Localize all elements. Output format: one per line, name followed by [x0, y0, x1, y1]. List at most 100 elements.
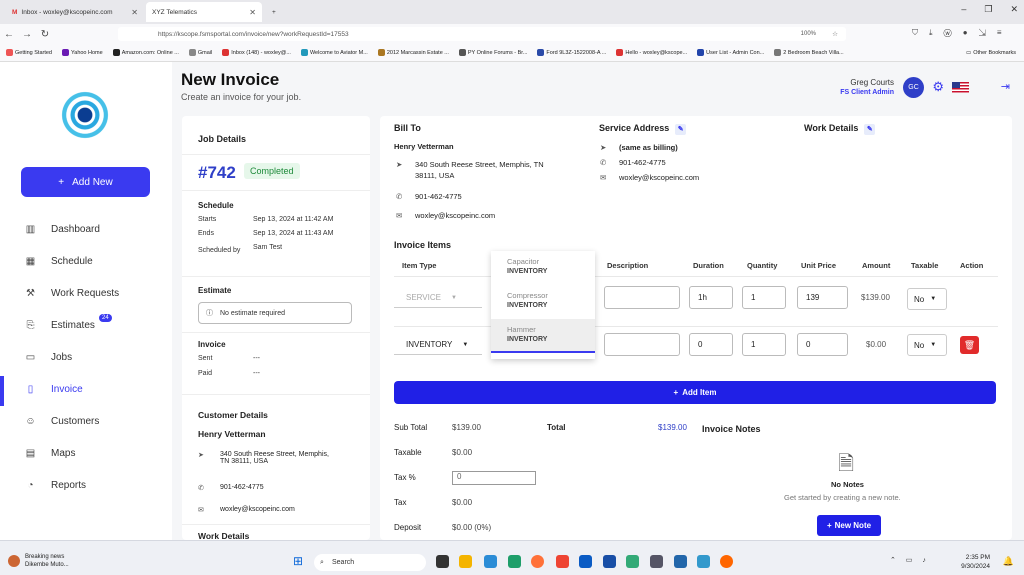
close-window-icon[interactable]: ✕ — [1010, 4, 1018, 15]
folder-icon: ▭ — [25, 351, 36, 363]
description-input[interactable] — [604, 333, 680, 356]
other-bookmarks[interactable]: ▭ Other Bookmarks — [966, 50, 1016, 56]
word-icon[interactable] — [603, 555, 616, 568]
amount-value: $0.00 — [866, 340, 887, 349]
unit-price-input[interactable]: 139 — [797, 286, 848, 309]
tab-inbox[interactable]: M Inbox - woxley@kscopeinc.com ✕ — [6, 2, 144, 22]
sidebar-item-jobs[interactable]: ▭ Jobs — [24, 347, 72, 367]
maximize-icon[interactable]: ❐ — [984, 4, 992, 15]
new-tab-button[interactable]: + — [266, 2, 282, 22]
sidebar-item-work-requests[interactable]: ⚒ Work Requests — [24, 283, 119, 303]
tab-xyz-telematics[interactable]: XYZ Telematics ✕ — [146, 2, 262, 22]
bookmark[interactable]: Hello - woxley@kscope... — [616, 49, 687, 56]
add-new-button[interactable]: + Add New — [21, 167, 150, 197]
zoom-level[interactable]: 100% — [801, 31, 816, 37]
taxable-select[interactable]: No ▼ — [907, 288, 947, 310]
clock[interactable]: 2:35 PM 9/30/2024 — [961, 553, 990, 571]
user-name: Greg Courts — [850, 78, 894, 87]
unit-price-input[interactable]: 0 — [797, 333, 848, 356]
app-icon[interactable] — [650, 555, 663, 568]
app-icon[interactable] — [484, 555, 497, 568]
item-type-select[interactable]: SERVICE ▼ — [394, 288, 482, 308]
gear-icon[interactable]: ⚙ — [932, 79, 944, 95]
bookmark[interactable]: 2 Bedroom Beach Villa... — [774, 49, 844, 56]
column-header: Action — [960, 261, 984, 270]
close-tab-icon[interactable]: ✕ — [249, 8, 256, 17]
gmail-icon: M — [12, 8, 18, 16]
bookmark[interactable]: Getting Started — [6, 49, 52, 56]
duration-input[interactable]: 0 — [689, 333, 733, 356]
file-explorer-icon[interactable] — [459, 555, 472, 568]
bookmark[interactable]: Gmail — [188, 49, 212, 56]
sidebar-item-dashboard[interactable]: ▥ Dashboard — [24, 219, 100, 239]
app-icon[interactable] — [556, 555, 569, 568]
logout-icon[interactable]: ⇥ — [1001, 80, 1010, 93]
bookmark[interactable]: Yahoo Home — [62, 49, 103, 56]
customer-details-heading: Customer Details — [198, 410, 268, 420]
edge-icon[interactable] — [508, 555, 521, 568]
document-icon: ▯ — [27, 383, 34, 395]
toolbar-icons: ⛉⤓ⓦ●⇲≡ — [912, 28, 1013, 37]
invoice-form: Bill To Henry Vetterman ➤ 340 South Reese… — [380, 116, 1012, 540]
invoice-items-heading: Invoice Items — [394, 240, 452, 250]
bookmark[interactable]: User List - Admin Con... — [697, 49, 764, 56]
add-item-button[interactable]: + Add Item — [394, 381, 996, 404]
trash-icon: 🗑 — [963, 339, 976, 350]
delete-item-button[interactable]: 🗑 — [960, 336, 979, 354]
sidebar-item-invoice[interactable]: ▯ Invoice — [24, 379, 83, 399]
back-icon[interactable]: ← — [0, 29, 18, 40]
quantity-input[interactable]: 1 — [742, 286, 786, 309]
sidebar-item-estimates[interactable]: ⎘ Estimates — [24, 315, 95, 335]
windows-start-icon[interactable]: ⊞ — [293, 554, 303, 568]
invoice-heading: Invoice — [198, 340, 226, 349]
app-icon[interactable] — [579, 555, 592, 568]
news-widget[interactable]: Breaking news Dikembe Muto... — [8, 553, 69, 569]
dropdown-option[interactable]: Capacitor INVENTORY — [491, 251, 595, 285]
search-icon: ⌕ — [320, 558, 324, 566]
bookmark-star-icon[interactable]: ☆ — [832, 30, 838, 38]
description-input[interactable] — [604, 286, 680, 309]
app-icon[interactable] — [720, 555, 733, 568]
reload-icon[interactable]: ↻ — [36, 29, 54, 40]
url-field[interactable]: https://kscope.fsmsportal.com/invoice/ne… — [118, 27, 846, 41]
bill-to-name: Henry Vetterman — [394, 142, 454, 151]
app-icon[interactable] — [674, 555, 687, 568]
dropdown-option[interactable]: Compressor INVENTORY — [491, 285, 595, 319]
map-icon: ▤ — [25, 447, 36, 459]
taskbar-search[interactable]: ⌕ Search — [314, 554, 426, 571]
close-tab-icon[interactable]: ✕ — [131, 8, 138, 17]
duration-input[interactable]: 1h — [689, 286, 733, 309]
active-indicator — [0, 376, 4, 406]
column-header: Unit Price — [801, 261, 837, 270]
bookmark[interactable]: Amazon.com: Online ... — [112, 49, 179, 56]
task-view-icon[interactable] — [436, 555, 449, 568]
notification-icon[interactable]: 🔔 — [1003, 556, 1014, 567]
tax-percent-input[interactable]: 0 — [452, 471, 536, 485]
firefox-icon[interactable] — [531, 555, 544, 568]
bookmark[interactable]: Ford 9L3Z-1522008-A ... — [537, 49, 606, 56]
avatar[interactable]: GC — [903, 77, 924, 98]
quantity-input[interactable]: 1 — [742, 333, 786, 356]
sidebar-item-customers[interactable]: ☺ Customers — [24, 411, 99, 431]
bookmark[interactable]: 2012 Marcassin Estate ... — [377, 49, 449, 56]
tray-icons: ⌃ ▭ ♪ — [890, 557, 930, 564]
sidebar-item-maps[interactable]: ▤ Maps — [24, 443, 76, 463]
edit-icon[interactable]: ✎ — [675, 124, 687, 135]
forward-icon[interactable]: → — [18, 29, 36, 40]
app-icon[interactable] — [626, 555, 639, 568]
bookmark[interactable]: Welcome to Aviator M... — [300, 49, 368, 56]
taxable-select[interactable]: No ▼ — [907, 334, 947, 356]
app-icon[interactable] — [697, 555, 710, 568]
bookmark[interactable]: Inbox (148) - woxley@... — [222, 49, 291, 56]
amount-value: $139.00 — [861, 293, 890, 302]
dropdown-option-selected[interactable]: Hammer INVENTORY — [491, 319, 595, 353]
us-flag-icon[interactable] — [952, 82, 969, 93]
bookmark[interactable]: PY Online Forums - Br... — [458, 49, 527, 56]
new-note-button[interactable]: + New Note — [817, 515, 881, 536]
sidebar-item-schedule[interactable]: ▦ Schedule — [24, 251, 93, 271]
edit-icon[interactable]: ✎ — [864, 124, 876, 135]
sidebar-item-reports[interactable]: ◔ Reports — [24, 475, 86, 495]
column-header: Taxable — [911, 261, 939, 270]
minimize-icon[interactable]: – — [961, 4, 966, 15]
item-type-select[interactable]: INVENTORY ▼ — [394, 335, 482, 355]
